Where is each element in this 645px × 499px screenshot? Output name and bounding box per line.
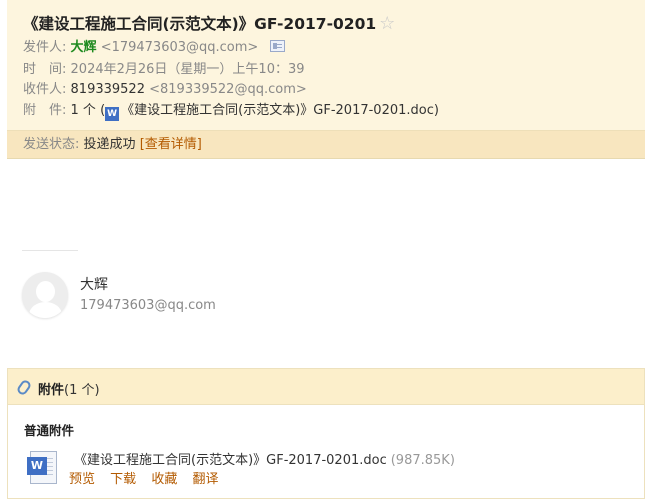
attachment-count: 1 个 ( [70,103,106,118]
attachment-group-label: 普通附件 [24,423,75,438]
status-value: 投递成功 [83,137,136,152]
time-row: 时 间: 2024年2月26日（星期一）上午10：39 [23,60,305,80]
download-link[interactable]: 下载 [110,472,136,487]
subject-text: 《建设工程施工合同(示范文本)》GF-2017-0201 [23,15,377,33]
avatar-head-shape [36,281,55,302]
view-details-link[interactable]: [查看详情] [140,137,202,152]
recipient-address: <819339522@qq.com> [149,82,307,97]
mail-header: 《建设工程施工合同(示范文本)》GF-2017-0201 ☆ 发件人: 大辉 <1… [7,0,645,159]
attachment-label: 附 件: [23,103,67,118]
preview-link[interactable]: 预览 [69,472,95,487]
attachment-file-size: (987.85K) [390,453,455,468]
attachment-link[interactable]: 《建设工程施工合同(示范文本)》GF-2017-0201.doc [121,103,434,118]
from-row: 发件人: 大辉 <179473603@qq.com> [23,38,286,58]
status-label: 发送状态: [23,137,80,152]
paperclip-icon [15,378,33,397]
translate-link[interactable]: 翻译 [192,472,218,487]
attachment-actions: 预览 下载 收藏 翻译 [69,468,229,487]
status-text: 发送状态: 投递成功 [查看详情] [23,135,202,155]
mail-subject: 《建设工程施工合同(示范文本)》GF-2017-0201 ☆ [23,12,395,34]
from-label: 发件人: [23,40,67,55]
star-icon[interactable]: ☆ [379,13,395,34]
signature-name: 大辉 [80,277,108,293]
avatar [22,272,68,318]
attachment-file-name[interactable]: 《建设工程施工合同(示范文本)》GF-2017-0201.doc [74,453,387,468]
sender-name[interactable]: 大辉 [71,40,97,55]
to-row: 收件人: 819339522 <819339522@qq.com> [23,80,307,100]
attachments-title: 附件(1 个) [38,379,100,398]
attachment-row: 附 件: 1 个 (W 《建设工程施工合同(示范文本)》GF-2017-0201.… [23,101,439,121]
word-badge: W [27,457,47,475]
time-label: 时 间: [23,62,67,77]
time-value: 2024年2月26日（星期一）上午10：39 [70,62,305,77]
word-doc-icon: W [105,107,120,121]
attachment-close-paren: ) [433,103,439,118]
to-label: 收件人: [23,82,67,97]
sender-address: <179473603@qq.com> [100,40,259,55]
attachment-file-line: 《建设工程施工合同(示范文本)》GF-2017-0201.doc (987.85K… [74,449,455,468]
recipient-name[interactable]: 819339522 [71,82,145,97]
signature-divider [22,250,78,251]
avatar-body-shape [29,302,62,318]
attachments-header: 附件(1 个) [8,369,644,405]
favorite-link[interactable]: 收藏 [151,472,177,487]
send-status-bar: 发送状态: 投递成功 [查看详情] [7,130,645,158]
attachments-title-text: 附件 [38,383,65,398]
attachments-count: (1 个) [64,383,100,398]
contact-card-icon[interactable] [270,40,286,52]
signature-email: 179473603@qq.com [80,298,216,313]
word-file-icon[interactable]: W [27,451,59,485]
attachments-panel: 附件(1 个) 普通附件 W 《建设工程施工合同(示范文本)》GF-2017-0… [7,368,645,499]
